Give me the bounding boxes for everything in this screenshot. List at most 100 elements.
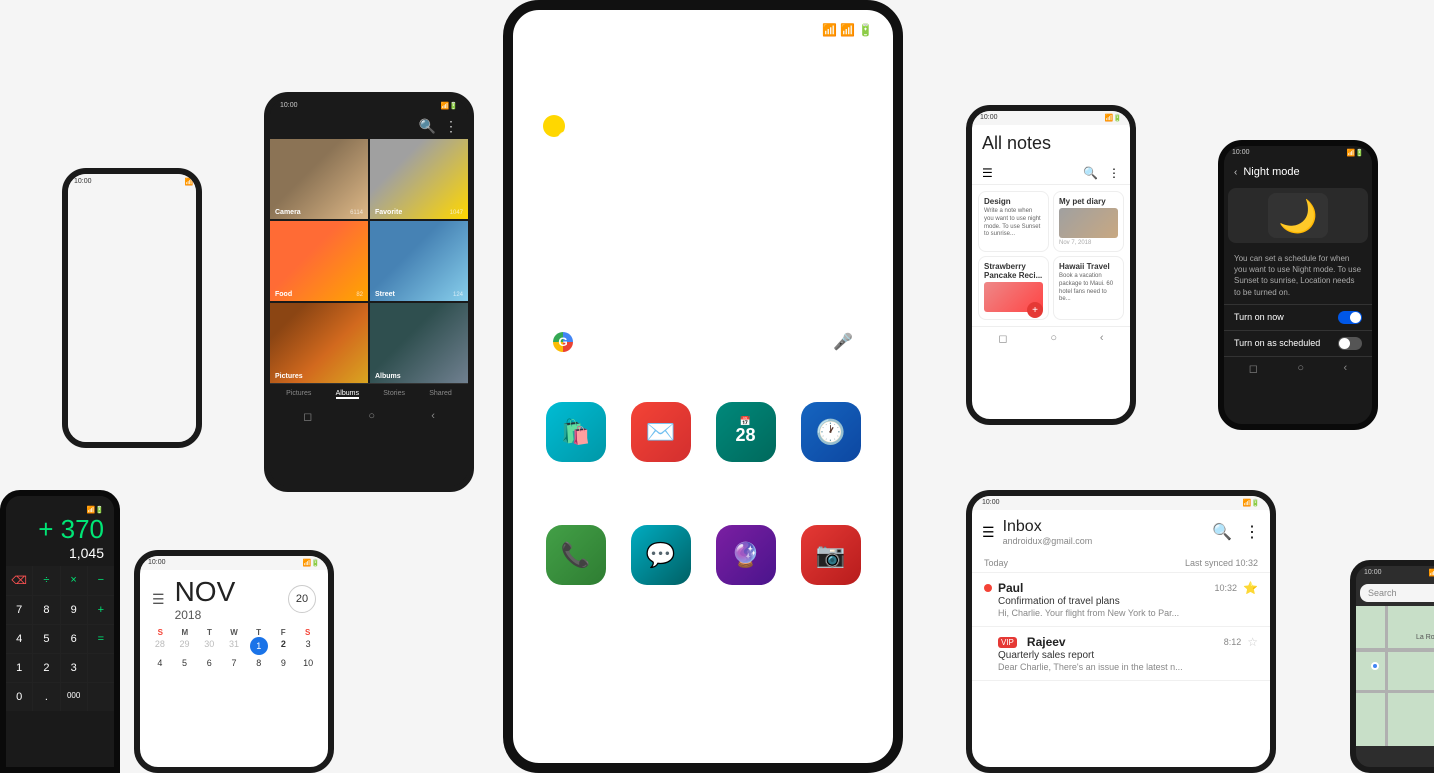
- cal-day-4[interactable]: 4: [148, 656, 172, 670]
- moon-icon: 🌙: [1278, 197, 1318, 235]
- calc-2[interactable]: 2: [33, 654, 59, 682]
- night-nav-home[interactable]: ○: [1297, 362, 1304, 375]
- email-icon-item[interactable]: ✉️ Email: [631, 402, 691, 492]
- calc-dot[interactable]: .: [33, 683, 59, 711]
- mic-icon[interactable]: 🎤: [833, 332, 853, 352]
- notes-menu-icon[interactable]: ☰: [982, 166, 993, 180]
- night-description: You can set a schedule for when you want…: [1224, 247, 1372, 304]
- clock-icon-item[interactable]: 🕐 Clock: [801, 402, 861, 492]
- calendar-menu-icon[interactable]: ☰: [152, 591, 165, 608]
- email-rajeev-sender: Rajeev: [1027, 635, 1218, 649]
- note-pancake-title: Strawberry Pancake Reci...: [984, 262, 1043, 280]
- notes-nav-recent[interactable]: ‹: [1100, 332, 1104, 345]
- gallery-pictures-label: Pictures: [275, 373, 303, 380]
- night-toggle-2-switch[interactable]: [1338, 337, 1362, 350]
- note-design[interactable]: Design Write a note when you want to use…: [978, 191, 1049, 252]
- calc-8[interactable]: 8: [33, 596, 59, 624]
- cal-day-7[interactable]: 7: [222, 656, 246, 670]
- notes-nav-back[interactable]: ◻: [998, 332, 1007, 345]
- phone-icon-item[interactable]: 📞: [546, 525, 606, 585]
- battery-icon: 🔋: [858, 23, 873, 37]
- calc-000[interactable]: 000: [61, 683, 87, 711]
- calc-equals[interactable]: =: [88, 625, 114, 653]
- gallery-tab-stories[interactable]: Stories: [383, 390, 405, 399]
- calc-7[interactable]: 7: [6, 596, 32, 624]
- galaxy-store-icon-item[interactable]: 🛍️ GalaxyStore: [546, 402, 606, 492]
- gallery-nav-recent[interactable]: ‹: [431, 410, 435, 423]
- gallery-favorite-cell[interactable]: Favorite 1047: [370, 139, 468, 219]
- gallery-camera-cell[interactable]: Camera 6114: [270, 139, 368, 219]
- gallery-pictures-cell[interactable]: Pictures: [270, 303, 368, 383]
- inbox-more-icon[interactable]: ⋮: [1244, 522, 1260, 542]
- notes-nav-home[interactable]: ○: [1050, 332, 1057, 345]
- night-nav-back[interactable]: ◻: [1249, 362, 1258, 375]
- calc-sub-number: 1,045: [16, 545, 104, 561]
- gallery-nav-back[interactable]: ◻: [303, 410, 312, 423]
- calc-1[interactable]: 1: [6, 654, 32, 682]
- note-pancake[interactable]: Strawberry Pancake Reci... +: [978, 256, 1049, 320]
- cal-day-8[interactable]: 8: [247, 656, 271, 670]
- calc-5[interactable]: 5: [33, 625, 59, 653]
- camera-icon-item[interactable]: 📷: [801, 525, 861, 585]
- gallery-tab-albums[interactable]: Albums: [336, 390, 359, 399]
- calc-0[interactable]: 0: [6, 683, 32, 711]
- email-item-rajeev[interactable]: VIP Rajeev 8:12 ☆ Quarterly sales report…: [972, 627, 1270, 681]
- cal-day-1[interactable]: 1: [250, 637, 268, 655]
- calc-backspace[interactable]: ⌫: [6, 566, 32, 595]
- gallery-tab-shared[interactable]: Shared: [429, 390, 452, 399]
- google-search-bar[interactable]: G 🎤: [533, 320, 873, 364]
- note-hawaii[interactable]: Hawaii Travel Book a vacation package to…: [1053, 256, 1124, 320]
- notes-search-icon[interactable]: 🔍: [1083, 166, 1098, 180]
- note-design-text: Write a note when you want to use night …: [984, 208, 1043, 239]
- inbox-search-icon[interactable]: 🔍: [1212, 522, 1232, 542]
- map-search-bar[interactable]: Search: [1360, 584, 1434, 602]
- calc-multiply[interactable]: ×: [61, 566, 87, 595]
- gallery-albums-cell[interactable]: Albums: [370, 303, 468, 383]
- calc-subtract[interactable]: −: [88, 566, 114, 595]
- email-paul-time: 10:32: [1215, 583, 1238, 593]
- email-rajeev-star[interactable]: ☆: [1247, 635, 1258, 649]
- note-pancake-add[interactable]: +: [1027, 302, 1043, 318]
- google-logo: G: [553, 332, 573, 352]
- cal-day-2[interactable]: 2: [272, 637, 296, 655]
- inbox-status-icons: 📶🔋: [1243, 499, 1260, 507]
- gallery-nav-home[interactable]: ○: [368, 410, 375, 423]
- bixby-icon-item[interactable]: 🔮: [716, 525, 776, 585]
- gallery-nav-bar: ◻ ○ ‹: [270, 405, 468, 428]
- gallery-tab-pictures[interactable]: Pictures: [286, 390, 311, 399]
- cal-day-9[interactable]: 9: [272, 656, 296, 670]
- calc-display: 📶🔋 + 370 1,045: [6, 496, 114, 566]
- email-item-paul[interactable]: Paul 10:32 ⭐ Confirmation of travel plan…: [972, 573, 1270, 627]
- chat-icon-item[interactable]: 💬: [631, 525, 691, 585]
- night-back-icon[interactable]: ‹: [1234, 167, 1237, 178]
- notes-header: All notes: [972, 125, 1130, 162]
- calc-add[interactable]: +: [88, 596, 114, 624]
- calc-6[interactable]: 6: [61, 625, 87, 653]
- cal-day-10[interactable]: 10: [296, 656, 320, 670]
- calendar-today-badge[interactable]: 20: [288, 585, 316, 613]
- calendar-icon-item[interactable]: 📅 28 Calendar: [716, 402, 776, 492]
- calc-4[interactable]: 4: [6, 625, 32, 653]
- calculator-phone: 📶🔋 + 370 1,045 ⌫ ÷ × − 7 8 9 + 4 5 6 = 1…: [0, 490, 120, 773]
- cal-day-3[interactable]: 3: [296, 637, 320, 655]
- calc-3[interactable]: 3: [61, 654, 87, 682]
- note-pet-diary[interactable]: My pet diary Nov 7, 2018: [1053, 191, 1124, 252]
- dot-1: [692, 510, 699, 517]
- cal-day-5[interactable]: 5: [173, 656, 197, 670]
- notes-nav-bar: ◻ ○ ‹: [972, 326, 1130, 350]
- gallery-street-cell[interactable]: Street 124: [370, 221, 468, 301]
- cal-day-6[interactable]: 6: [197, 656, 221, 670]
- night-nav-recent[interactable]: ‹: [1344, 362, 1348, 375]
- gallery-search-icon[interactable]: 🔍: [419, 118, 436, 135]
- day-mon: M: [173, 628, 198, 637]
- gallery-more-icon[interactable]: ⋮: [444, 118, 458, 135]
- gallery-food-cell[interactable]: Food 82: [270, 221, 368, 301]
- calc-9[interactable]: 9: [61, 596, 87, 624]
- email-paul-star[interactable]: ⭐: [1243, 581, 1258, 595]
- gallery-status-icons: 📶🔋: [441, 102, 458, 110]
- inbox-hamburger-icon[interactable]: ☰: [982, 524, 995, 541]
- notes-more-icon[interactable]: ⋮: [1108, 166, 1120, 180]
- calc-divide[interactable]: ÷: [33, 566, 59, 595]
- night-toggle-1-switch[interactable]: [1338, 311, 1362, 324]
- inbox-last-synced: Last synced 10:32: [1185, 558, 1258, 568]
